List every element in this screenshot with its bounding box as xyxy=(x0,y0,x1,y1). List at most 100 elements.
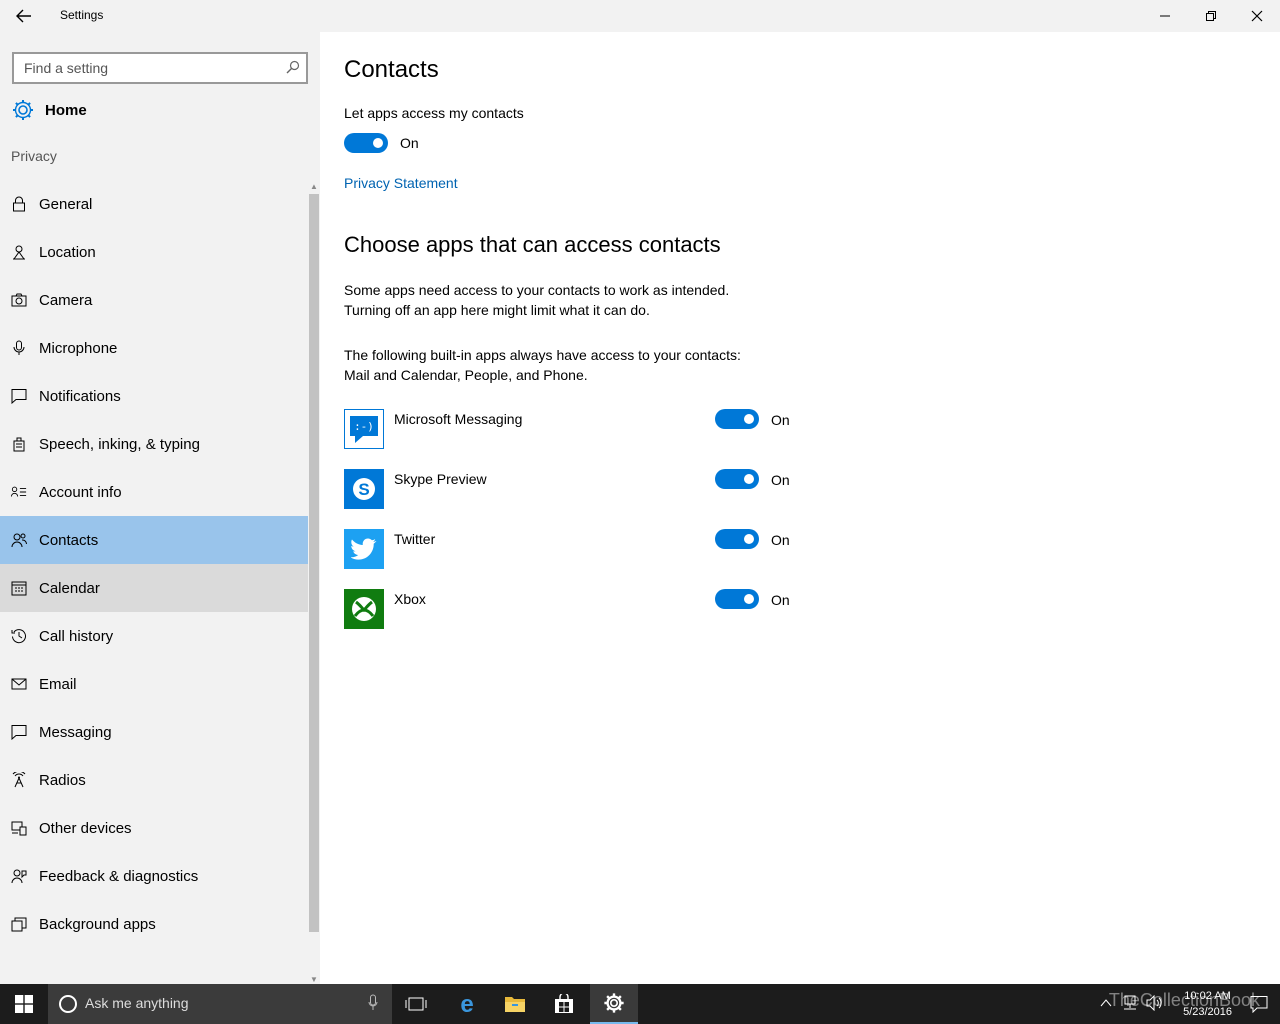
sidebar-item-feedback[interactable]: Feedback & diagnostics xyxy=(0,852,308,900)
minimize-icon xyxy=(1160,15,1170,17)
microphone-icon xyxy=(11,340,27,356)
notifications-icon xyxy=(11,388,27,404)
svg-text:e: e xyxy=(460,993,473,1015)
sidebar-item-messaging[interactable]: Messaging xyxy=(0,708,308,756)
network-icon[interactable] xyxy=(1122,995,1138,1011)
paragraph-line: Mail and Calendar, People, and Phone. xyxy=(344,367,588,383)
paragraph-line: Turning off an app here might limit what… xyxy=(344,302,650,318)
taskbar: Ask me anything e TheCollectionBook 10:0… xyxy=(0,984,1280,1024)
xbox-toggle[interactable] xyxy=(715,589,759,609)
messaging-app-icon: :-) xyxy=(344,409,384,449)
back-button[interactable] xyxy=(10,4,38,28)
svg-text:S: S xyxy=(358,480,369,499)
cortana-search-box[interactable]: Ask me anything xyxy=(48,984,392,1024)
scrollbar-thumb[interactable] xyxy=(309,194,319,932)
skype-preview-toggle[interactable] xyxy=(715,469,759,489)
toggle-state-label: On xyxy=(771,472,790,488)
contacts-icon xyxy=(11,532,27,548)
sidebar-scrollbar[interactable]: ▲ ▼ xyxy=(308,180,320,984)
system-tray: TheCollectionBook 10:02 AM 5/23/2016 xyxy=(1030,984,1280,1024)
sidebar-item-location[interactable]: Location xyxy=(0,228,308,276)
sidebar-item-background-apps[interactable]: Background apps xyxy=(0,900,308,948)
sidebar-item-contacts[interactable]: Contacts xyxy=(0,516,308,564)
messaging-icon xyxy=(11,724,27,740)
app-name: Twitter xyxy=(394,531,436,547)
home-label: Home xyxy=(45,101,87,119)
toggle-state-label: On xyxy=(400,135,419,151)
builtin-apps-paragraph: The following built-in apps always have … xyxy=(344,345,864,385)
app-name: Microsoft Messaging xyxy=(394,411,523,427)
folder-icon xyxy=(505,997,525,1012)
edge-button[interactable]: e xyxy=(443,984,491,1024)
toggle-knob xyxy=(744,474,754,484)
twitter-icon xyxy=(344,529,384,569)
calendar-icon xyxy=(11,580,27,596)
account-info-icon xyxy=(11,484,27,500)
action-center-icon[interactable] xyxy=(1250,995,1268,1013)
speech-icon xyxy=(11,436,27,452)
clock[interactable]: 10:02 AM 5/23/2016 xyxy=(1183,988,1232,1020)
radios-icon xyxy=(11,772,27,788)
file-explorer-button[interactable] xyxy=(491,984,539,1024)
access-label: Let apps access my contacts xyxy=(344,105,524,121)
sidebar-item-account-info[interactable]: Account info xyxy=(0,468,308,516)
start-button[interactable] xyxy=(0,984,48,1024)
home-link[interactable]: Home xyxy=(11,94,87,126)
paragraph-line: Some apps need access to your contacts t… xyxy=(344,282,730,298)
store-button[interactable] xyxy=(540,984,588,1024)
toggle-knob xyxy=(744,414,754,424)
minimize-button[interactable] xyxy=(1142,0,1188,32)
sidebar-item-notifications[interactable]: Notifications xyxy=(0,372,308,420)
edge-icon: e xyxy=(460,993,473,1015)
sidebar-item-radios[interactable]: Radios xyxy=(0,756,308,804)
sidebar-item-label: Messaging xyxy=(39,723,112,741)
task-view-button[interactable] xyxy=(392,984,440,1024)
toggle-state-label: On xyxy=(771,532,790,548)
search-icon[interactable] xyxy=(286,60,300,74)
back-arrow-icon xyxy=(16,9,31,23)
skype-icon: S xyxy=(344,469,384,509)
sidebar-item-label: Speech, inking, & typing xyxy=(39,435,200,453)
volume-icon[interactable] xyxy=(1146,995,1164,1011)
history-icon xyxy=(11,628,27,644)
sidebar-item-label: Call history xyxy=(39,627,114,645)
privacy-statement-link[interactable]: Privacy Statement xyxy=(344,175,458,191)
privacy-nav: General Location Camera Microphone Notif… xyxy=(0,180,308,948)
lock-icon xyxy=(11,196,27,212)
settings-taskbar-button[interactable] xyxy=(590,984,638,1024)
twitter-toggle[interactable] xyxy=(715,529,759,549)
toggle-state-label: On xyxy=(771,412,790,428)
restore-button[interactable] xyxy=(1188,0,1234,32)
email-icon xyxy=(11,676,27,692)
scroll-down-icon[interactable]: ▼ xyxy=(310,975,318,984)
sidebar-item-microphone[interactable]: Microphone xyxy=(0,324,308,372)
paragraph-line: The following built-in apps always have … xyxy=(344,347,741,363)
chevron-up-icon[interactable] xyxy=(1100,998,1112,1008)
sidebar-item-label: Location xyxy=(39,243,96,261)
sidebar-item-label: Camera xyxy=(39,291,93,309)
other-devices-icon xyxy=(11,820,27,836)
taskbar-search-placeholder: Ask me anything xyxy=(85,995,189,1011)
sidebar-item-general[interactable]: General xyxy=(0,180,308,228)
sidebar-item-label: Other devices xyxy=(39,819,132,837)
sidebar-item-call-history[interactable]: Call history xyxy=(0,612,308,660)
microsoft-messaging-toggle[interactable] xyxy=(715,409,759,429)
sidebar-item-email[interactable]: Email xyxy=(0,660,308,708)
toggle-knob xyxy=(744,594,754,604)
search-input[interactable]: Find a setting xyxy=(12,52,308,84)
title-bar: Settings xyxy=(0,0,1280,32)
contacts-access-toggle[interactable] xyxy=(344,133,388,153)
sidebar-item-speech[interactable]: Speech, inking, & typing xyxy=(0,420,308,468)
sidebar-item-label: Radios xyxy=(39,771,86,789)
search-placeholder: Find a setting xyxy=(24,60,109,76)
scroll-up-icon[interactable]: ▲ xyxy=(310,182,318,191)
app-name: Xbox xyxy=(394,591,426,607)
sidebar-item-label: Calendar xyxy=(39,579,100,597)
restore-icon xyxy=(1206,11,1216,21)
sidebar-item-calendar[interactable]: Calendar xyxy=(0,564,308,612)
choose-apps-heading: Choose apps that can access contacts xyxy=(344,232,721,257)
sidebar-item-camera[interactable]: Camera xyxy=(0,276,308,324)
sidebar-item-other-devices[interactable]: Other devices xyxy=(0,804,308,852)
close-button[interactable] xyxy=(1234,0,1280,32)
microphone-icon[interactable] xyxy=(368,994,378,1012)
